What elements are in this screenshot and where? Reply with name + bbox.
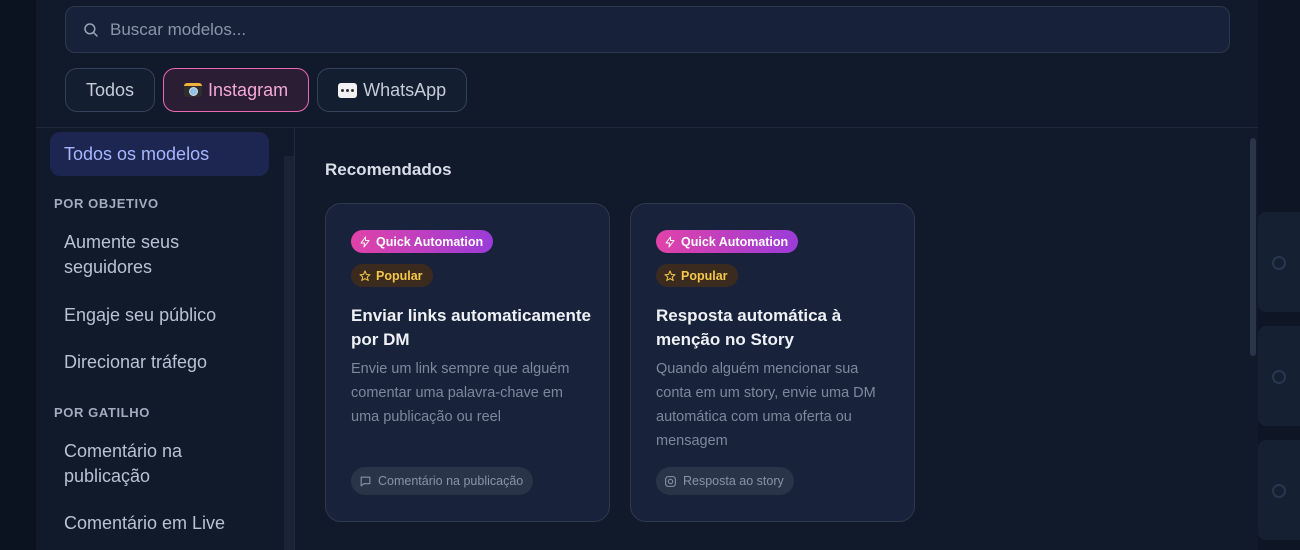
- template-card[interactable]: Quick Automation Popular Enviar links au…: [325, 203, 610, 522]
- background-card: [1258, 440, 1300, 540]
- template-card[interactable]: Quick Automation Popular Resposta automá…: [630, 203, 915, 522]
- filter-whatsapp-button[interactable]: WhatsApp: [317, 68, 468, 112]
- trigger-tag: Resposta ao story: [656, 467, 794, 495]
- badge-label: Quick Automation: [681, 234, 789, 249]
- background-card: [1258, 326, 1300, 426]
- quick-automation-badge: Quick Automation: [351, 230, 494, 253]
- lightning-icon: [360, 236, 370, 247]
- search-input[interactable]: [110, 19, 1010, 40]
- star-icon: [359, 270, 371, 281]
- background-icon: [1272, 256, 1286, 270]
- sidebar-item-live-comment[interactable]: Comentário em Live: [64, 511, 225, 536]
- template-picker-modal: Todos Instagram WhatsApp Todos os modelo…: [36, 0, 1258, 550]
- background-icon: [1272, 370, 1286, 384]
- popular-badge: Popular: [351, 264, 433, 287]
- comment-icon: [360, 476, 371, 486]
- instagram-icon: [665, 475, 676, 487]
- section-title: Recomendados: [325, 160, 452, 179]
- trigger-tag: Comentário na publicação: [351, 467, 534, 495]
- filter-instagram-button[interactable]: Instagram: [163, 68, 310, 112]
- popular-badge: Popular: [656, 264, 738, 287]
- platform-filters: Todos Instagram WhatsApp: [65, 68, 468, 112]
- badge-label: Popular: [681, 268, 728, 283]
- background-card: [1258, 212, 1300, 312]
- search-icon: [84, 22, 98, 37]
- main-content: Recomendados Quick Automation Popular En…: [295, 128, 1258, 550]
- sidebar: Todos os modelos POR OBJETIVO Aumente se…: [36, 128, 295, 550]
- lightning-icon: [665, 236, 675, 247]
- sidebar-header-trigger: POR GATILHO: [54, 405, 150, 420]
- search-bar[interactable]: [65, 6, 1230, 53]
- card-description: Envie um link sempre que alguém comentar…: [351, 361, 570, 425]
- badge-label: Popular: [376, 268, 423, 283]
- sidebar-item-label: Todos os modelos: [64, 143, 210, 164]
- card-title: Enviar links automaticamente por DM: [351, 306, 591, 349]
- filter-todos-button[interactable]: Todos: [65, 68, 156, 112]
- sidebar-header-objective: POR OBJETIVO: [54, 196, 159, 211]
- quick-automation-badge: Quick Automation: [656, 230, 799, 253]
- camera-icon: [184, 83, 203, 97]
- sidebar-item-all-models[interactable]: Todos os modelos: [50, 132, 269, 176]
- sidebar-item-engage[interactable]: Engaje seu público: [64, 303, 216, 328]
- card-title: Resposta automática à menção no Story: [656, 306, 842, 349]
- card-description: Quando alguém mencionar sua conta em um …: [656, 361, 876, 449]
- main-scrollbar[interactable]: [1250, 138, 1256, 356]
- filter-label: WhatsApp: [363, 79, 447, 100]
- badge-label: Quick Automation: [376, 234, 484, 249]
- filter-label: Todos: [86, 79, 135, 100]
- sidebar-item-post-comment[interactable]: Comentário na publicação: [64, 439, 234, 489]
- filter-label: Instagram: [208, 79, 289, 100]
- sidebar-item-traffic[interactable]: Direcionar tráfego: [64, 350, 207, 375]
- background-icon: [1272, 484, 1286, 498]
- star-icon: [664, 270, 676, 281]
- tag-label: Resposta ao story: [683, 474, 784, 488]
- sidebar-item-followers[interactable]: Aumente seus seguidores: [64, 230, 234, 280]
- tag-label: Comentário na publicação: [378, 474, 524, 488]
- background-app: [1258, 0, 1300, 550]
- sidebar-scrollbar[interactable]: [284, 156, 294, 550]
- speech-balloon-icon: [338, 82, 358, 98]
